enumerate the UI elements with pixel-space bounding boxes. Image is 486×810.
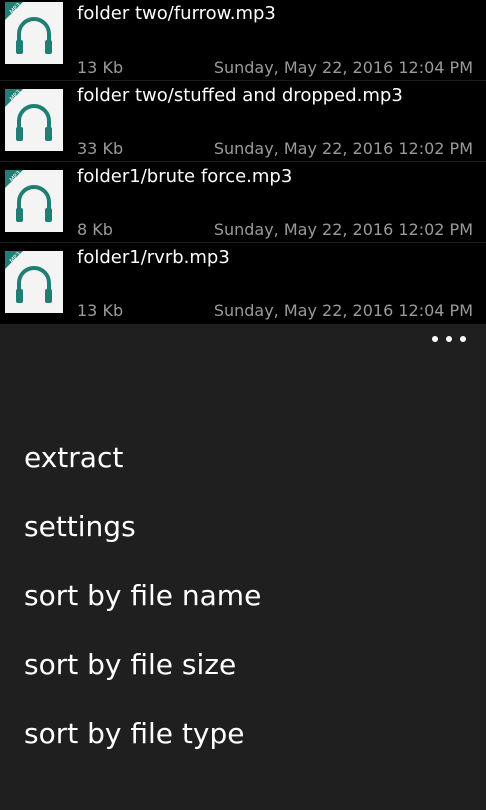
- file-date: Sunday, May 22, 2016 12:02 PM: [213, 139, 473, 158]
- file-row[interactable]: MP3 folder two/stuffed and dropped.mp3 3…: [0, 81, 486, 162]
- menu-item-sort-by-file-type[interactable]: sort by file type: [24, 714, 261, 783]
- dot: [446, 336, 452, 342]
- app-bar-menu-list: extract settings sort by file name sort …: [24, 438, 261, 783]
- file-date: Sunday, May 22, 2016 12:04 PM: [213, 301, 473, 320]
- file-name: folder1/brute force.mp3: [77, 166, 293, 187]
- mp3-file-icon: MP3: [5, 251, 63, 313]
- ellipsis-icon[interactable]: [432, 332, 466, 346]
- dot: [432, 336, 438, 342]
- menu-item-sort-by-file-size[interactable]: sort by file size: [24, 645, 261, 714]
- menu-item-sort-by-file-name[interactable]: sort by file name: [24, 576, 261, 645]
- app-bar-menu: extract settings sort by file name sort …: [0, 324, 486, 810]
- mp3-file-icon: MP3: [5, 170, 63, 232]
- file-size: 8 Kb: [77, 220, 113, 239]
- file-row[interactable]: MP3 folder1/brute force.mp3 8 Kb Sunday,…: [0, 162, 486, 243]
- file-date: Sunday, May 22, 2016 12:02 PM: [213, 220, 473, 239]
- file-size: 13 Kb: [77, 58, 124, 77]
- file-row[interactable]: MP3 folder two/furrow.mp3 13 Kb Sunday, …: [0, 0, 486, 81]
- dot: [460, 336, 466, 342]
- file-list: MP3 folder two/furrow.mp3 13 Kb Sunday, …: [0, 0, 486, 324]
- file-name: folder two/furrow.mp3: [77, 3, 276, 24]
- file-row[interactable]: MP3 folder1/rvrb.mp3 13 Kb Sunday, May 2…: [0, 243, 486, 324]
- menu-item-settings[interactable]: settings: [24, 507, 261, 576]
- mp3-file-icon: MP3: [5, 89, 63, 151]
- file-size: 13 Kb: [77, 301, 124, 320]
- file-name: folder two/stuffed and dropped.mp3: [77, 85, 403, 106]
- file-size: 33 Kb: [77, 139, 124, 158]
- mp3-file-icon: MP3: [5, 2, 63, 64]
- file-name: folder1/rvrb.mp3: [77, 247, 230, 268]
- file-date: Sunday, May 22, 2016 12:04 PM: [213, 58, 473, 77]
- menu-item-extract[interactable]: extract: [24, 438, 261, 507]
